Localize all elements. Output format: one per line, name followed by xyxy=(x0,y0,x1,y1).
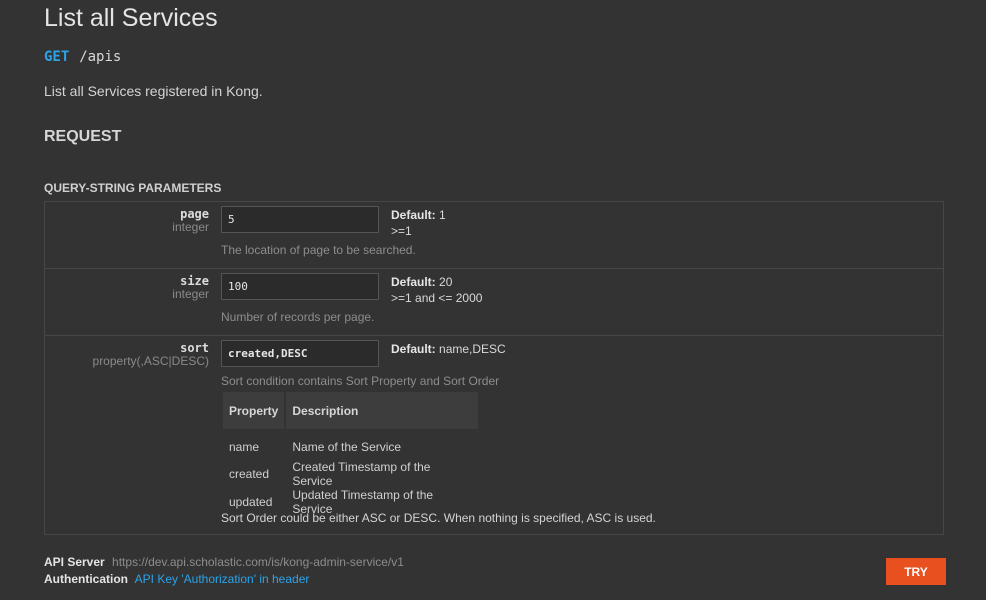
size-input[interactable] xyxy=(221,273,379,300)
param-hint: Number of records per page. xyxy=(221,310,375,324)
api-server-info: API Server https://dev.api.scholastic.co… xyxy=(44,554,404,588)
default-value: 20 xyxy=(439,275,453,289)
endpoint-description: List all Services registered in Kong. xyxy=(44,83,263,99)
column-header-description: Description xyxy=(286,392,479,429)
param-row-page: page integer Default: 1 >=1 The location… xyxy=(45,202,943,269)
page-title: List all Services xyxy=(44,4,218,32)
param-default: Default: 1 >=1 xyxy=(391,207,446,239)
endpoint: GET /apis xyxy=(44,48,121,65)
auth-label: Authentication xyxy=(44,572,128,586)
table-row: name Name of the Service xyxy=(223,429,478,460)
sort-order-note: Sort Order could be either ASC or DESC. … xyxy=(221,511,656,525)
server-url: https://dev.api.scholastic.com/is/kong-a… xyxy=(112,555,404,569)
param-default: Default: name,DESC xyxy=(391,341,506,357)
param-constraint: >=1 and <= 2000 xyxy=(391,291,483,305)
auth-line: Authentication API Key 'Authorization' i… xyxy=(44,571,404,588)
param-name: size xyxy=(180,274,209,288)
param-constraint: >=1 xyxy=(391,224,412,238)
description-cell: Name of the Service xyxy=(292,440,402,454)
query-params-heading: QUERY-STRING PARAMETERS xyxy=(44,181,222,195)
try-button[interactable]: TRY xyxy=(886,558,946,585)
property-cell: created xyxy=(229,467,270,481)
server-line: API Server https://dev.api.scholastic.co… xyxy=(44,554,404,571)
default-value: 1 xyxy=(439,208,446,222)
table-row: created Created Timestamp of the Service xyxy=(223,460,478,488)
query-params-panel: page integer Default: 1 >=1 The location… xyxy=(44,201,944,535)
request-heading: REQUEST xyxy=(44,128,122,145)
page-input[interactable] xyxy=(221,206,379,233)
default-label: Default: xyxy=(391,342,436,356)
auth-link[interactable]: API Key 'Authorization' in header xyxy=(135,572,310,586)
default-value: name,DESC xyxy=(439,342,506,356)
param-type: integer xyxy=(172,220,209,234)
description-cell: Created Timestamp of the Service xyxy=(292,460,431,488)
param-name: page xyxy=(180,207,209,221)
param-type: integer xyxy=(172,287,209,301)
column-header-property: Property xyxy=(223,392,287,429)
param-name: sort xyxy=(180,341,209,355)
param-type: property(,ASC|DESC) xyxy=(92,354,209,368)
property-cell: name xyxy=(229,440,260,454)
sort-properties-table: Property Description name Name of the Se… xyxy=(223,392,479,516)
default-label: Default: xyxy=(391,208,436,222)
server-label: API Server xyxy=(44,555,105,569)
sort-input[interactable] xyxy=(221,340,379,367)
param-row-size: size integer Default: 20 >=1 and <= 2000… xyxy=(45,269,943,336)
param-row-sort: sort property(,ASC|DESC) Default: name,D… xyxy=(45,336,943,534)
default-label: Default: xyxy=(391,275,436,289)
param-hint: Sort condition contains Sort Property an… xyxy=(221,374,500,388)
table-header-row: Property Description xyxy=(223,392,479,429)
param-hint: The location of page to be searched. xyxy=(221,243,416,257)
endpoint-path: /apis xyxy=(79,49,122,65)
http-method: GET xyxy=(44,49,70,65)
param-default: Default: 20 >=1 and <= 2000 xyxy=(391,274,482,306)
